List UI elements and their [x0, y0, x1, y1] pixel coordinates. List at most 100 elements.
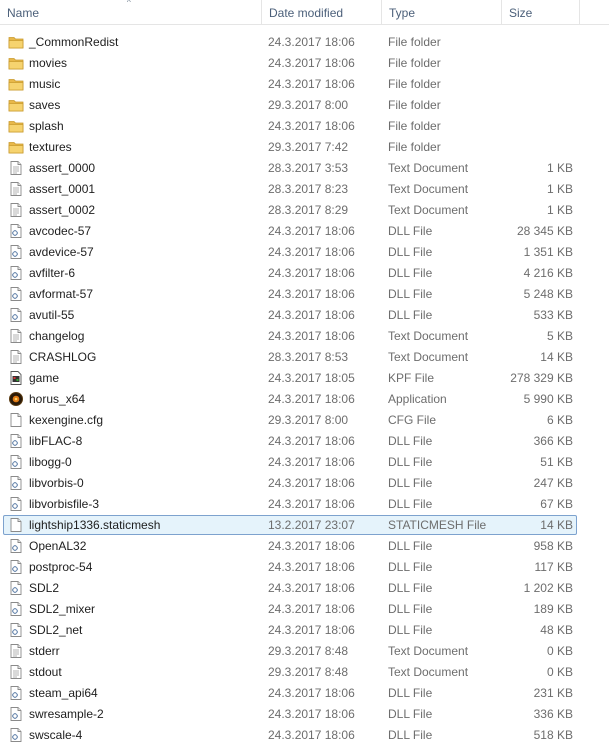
file-name: textures	[29, 140, 72, 154]
file-row[interactable]: libogg-0 24.3.2017 18:06 DLL File 51 KB	[0, 452, 609, 473]
file-name: SDL2_mixer	[29, 602, 96, 616]
folder-icon	[8, 55, 24, 71]
file-type: DLL File	[388, 728, 433, 742]
file-row[interactable]: avfilter-6 24.3.2017 18:06 DLL File 4 216 K…	[0, 263, 609, 284]
file-row[interactable]: libFLAC-8 24.3.2017 18:06 DLL File 366 KB	[0, 431, 609, 452]
file-date-modified: 24.3.2017 18:06	[268, 728, 355, 742]
file-size: 533 KB	[533, 308, 573, 322]
file-type: Text Document	[388, 350, 469, 364]
file-date-modified: 24.3.2017 18:06	[268, 434, 355, 448]
column-header-date-modified[interactable]: Date modified	[262, 0, 382, 25]
file-name: steam_api64	[29, 686, 98, 700]
file-row[interactable]: avdevice-57 24.3.2017 18:06 DLL File 1 351 …	[0, 242, 609, 263]
file-type: Text Document	[388, 329, 469, 343]
file-type: Text Document	[388, 644, 469, 658]
file-type: Application	[388, 392, 447, 406]
dll-file-icon	[8, 538, 24, 554]
file-row[interactable]: avformat-57 24.3.2017 18:06 DLL File 5 248 …	[0, 284, 609, 305]
dll-file-icon	[8, 244, 24, 260]
file-size: 336 KB	[533, 707, 573, 721]
file-date-modified: 24.3.2017 18:05	[268, 371, 355, 385]
generic-file-icon	[8, 517, 24, 533]
file-row[interactable]: assert_0001 28.3.2017 8:23 Text Document 1 …	[0, 179, 609, 200]
file-size: 1 KB	[546, 203, 573, 217]
file-row[interactable]: horus_x64 24.3.2017 18:06 Application 5 990…	[0, 389, 609, 410]
file-row[interactable]: textures 29.3.2017 7:42 File folder	[0, 137, 609, 158]
column-header-size[interactable]: Size	[502, 0, 580, 25]
column-header-name[interactable]: Name ^	[0, 0, 262, 25]
dll-file-icon	[8, 580, 24, 596]
file-row[interactable]: swresample-2 24.3.2017 18:06 DLL File 336 K…	[0, 704, 609, 725]
file-row[interactable]: assert_0002 28.3.2017 8:29 Text Document 1 …	[0, 200, 609, 221]
file-row[interactable]: assert_0000 28.3.2017 3:53 Text Document 1 …	[0, 158, 609, 179]
file-row[interactable]: changelog 24.3.2017 18:06 Text Document 5 K…	[0, 326, 609, 347]
file-row[interactable]: OpenAL32 24.3.2017 18:06 DLL File 958 KB	[0, 536, 609, 557]
file-row[interactable]: saves 29.3.2017 8:00 File folder	[0, 95, 609, 116]
file-date-modified: 24.3.2017 18:06	[268, 476, 355, 490]
file-name: avfilter-6	[29, 266, 76, 280]
dll-file-icon	[8, 475, 24, 491]
file-date-modified: 24.3.2017 18:06	[268, 308, 355, 322]
file-list: _CommonRedist 24.3.2017 18:06 File folder m…	[0, 32, 609, 746]
file-type: KPF File	[388, 371, 435, 385]
file-row[interactable]: SDL2_net 24.3.2017 18:06 DLL File 48 KB	[0, 620, 609, 641]
file-date-modified: 24.3.2017 18:06	[268, 245, 355, 259]
file-type: DLL File	[388, 602, 433, 616]
file-type: STATICMESH File	[388, 518, 487, 532]
file-row[interactable]: SDL2 24.3.2017 18:06 DLL File 1 202 KB	[0, 578, 609, 599]
file-row[interactable]: CRASHLOG 28.3.2017 8:53 Text Document 14 KB	[0, 347, 609, 368]
file-type: DLL File	[388, 623, 433, 637]
file-size: 51 KB	[540, 455, 573, 469]
file-date-modified: 24.3.2017 18:06	[268, 287, 355, 301]
file-row[interactable]: libvorbis-0 24.3.2017 18:06 DLL File 247 KB	[0, 473, 609, 494]
text-document-icon	[8, 202, 24, 218]
file-type: File folder	[388, 35, 441, 49]
dll-file-icon	[8, 265, 24, 281]
file-row[interactable]: libvorbisfile-3 24.3.2017 18:06 DLL File 67…	[0, 494, 609, 515]
file-date-modified: 24.3.2017 18:06	[268, 623, 355, 637]
file-row[interactable]: SDL2_mixer 24.3.2017 18:06 DLL File 189 KB	[0, 599, 609, 620]
file-row[interactable]: avcodec-57 24.3.2017 18:06 DLL File 28 345 …	[0, 221, 609, 242]
file-row[interactable]: game 24.3.2017 18:05 KPF File 278 329 KB	[0, 368, 609, 389]
file-date-modified: 29.3.2017 8:00	[268, 413, 349, 427]
file-row[interactable]: postproc-54 24.3.2017 18:06 DLL File 117 KB	[0, 557, 609, 578]
file-row[interactable]: stdout 29.3.2017 8:48 Text Document 0 KB	[0, 662, 609, 683]
dll-file-icon	[8, 433, 24, 449]
folder-icon	[8, 76, 24, 92]
file-size: 5 990 KB	[523, 392, 573, 406]
file-row[interactable]: music 24.3.2017 18:06 File folder	[0, 74, 609, 95]
file-type: DLL File	[388, 455, 433, 469]
file-date-modified: 24.3.2017 18:06	[268, 119, 355, 133]
file-row[interactable]: swscale-4 24.3.2017 18:06 DLL File 518 KB	[0, 725, 609, 746]
file-date-modified: 24.3.2017 18:06	[268, 602, 355, 616]
file-date-modified: 24.3.2017 18:06	[268, 224, 355, 238]
file-name: changelog	[29, 329, 85, 343]
file-type: DLL File	[388, 266, 433, 280]
file-size: 231 KB	[533, 686, 573, 700]
file-row[interactable]: movies 24.3.2017 18:06 File folder	[0, 53, 609, 74]
column-header-type[interactable]: Type	[382, 0, 502, 25]
file-row[interactable]: stderr 29.3.2017 8:48 Text Document 0 KB	[0, 641, 609, 662]
file-date-modified: 28.3.2017 3:53	[268, 161, 349, 175]
file-name: postproc-54	[29, 560, 93, 574]
file-date-modified: 29.3.2017 8:00	[268, 98, 349, 112]
file-type: Text Document	[388, 161, 469, 175]
file-row[interactable]: avutil-55 24.3.2017 18:06 DLL File 533 KB	[0, 305, 609, 326]
file-row[interactable]: _CommonRedist 24.3.2017 18:06 File folder	[0, 32, 609, 53]
file-size: 0 KB	[546, 644, 573, 658]
column-header-type-label: Type	[389, 6, 416, 20]
file-row[interactable]: steam_api64 24.3.2017 18:06 DLL File 231 KB	[0, 683, 609, 704]
folder-icon	[8, 118, 24, 134]
file-name: avcodec-57	[29, 224, 92, 238]
file-type: DLL File	[388, 707, 433, 721]
file-row[interactable]: splash 24.3.2017 18:06 File folder	[0, 116, 609, 137]
file-name: assert_0000	[29, 161, 96, 175]
file-name: lightship1336.staticmesh	[29, 518, 161, 532]
file-date-modified: 24.3.2017 18:06	[268, 539, 355, 553]
file-row[interactable]: kexengine.cfg 29.3.2017 8:00 CFG File 6 KB	[0, 410, 609, 431]
file-row-selected[interactable]: lightship1336.staticmesh 13.2.2017 23:07 S…	[0, 515, 609, 536]
file-date-modified: 24.3.2017 18:06	[268, 266, 355, 280]
file-name: SDL2	[29, 581, 60, 595]
file-date-modified: 24.3.2017 18:06	[268, 686, 355, 700]
file-type: DLL File	[388, 497, 433, 511]
